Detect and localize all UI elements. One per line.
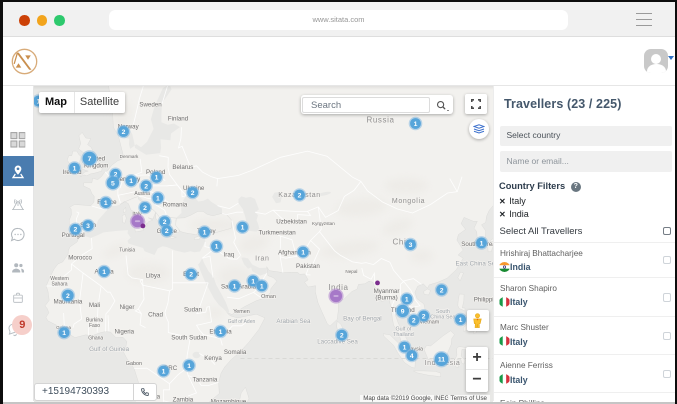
svg-text:2: 2 [73, 226, 77, 233]
svg-text:Tunisia: Tunisia [119, 247, 135, 253]
svg-text:Arabian Sea: Arabian Sea [276, 318, 311, 325]
svg-text:11: 11 [437, 356, 444, 363]
svg-text:Faso: Faso [88, 322, 99, 328]
svg-text:3: 3 [86, 222, 90, 229]
svg-text:Nepal: Nepal [345, 268, 357, 273]
svg-text:2: 2 [411, 317, 415, 324]
svg-text:1: 1 [156, 195, 160, 202]
svg-text:2: 2 [66, 292, 70, 299]
svg-text:2: 2 [421, 313, 425, 320]
svg-text:1: 1 [218, 328, 222, 335]
svg-text:Yemen: Yemen [233, 308, 250, 314]
svg-text:Mali: Mali [88, 302, 99, 309]
svg-text:Gabon: Gabon [125, 361, 141, 367]
svg-text:(Burma): (Burma) [375, 294, 397, 301]
svg-text:Gulf of Aden: Gulf of Aden [227, 319, 255, 325]
svg-text:2: 2 [297, 192, 301, 199]
svg-text:Sahara: Sahara [51, 281, 67, 287]
svg-text:4: 4 [409, 352, 413, 359]
svg-text:1: 1 [129, 178, 133, 185]
svg-text:China Sea: China Sea [430, 314, 455, 320]
svg-text:Russia: Russia [366, 115, 394, 124]
svg-text:Finland: Finland [167, 115, 188, 122]
svg-text:1: 1 [458, 316, 462, 323]
svg-text:Turkmenistan: Turkmenistan [258, 229, 296, 236]
svg-text:2: 2 [144, 183, 148, 190]
svg-text:Mongolia: Mongolia [391, 198, 424, 205]
svg-text:East China Sea: East China Sea [455, 260, 493, 267]
svg-text:1: 1 [102, 268, 106, 275]
svg-text:Sudan: Sudan [184, 306, 202, 313]
svg-text:2: 2 [190, 189, 194, 196]
svg-text:Somalia: Somalia [223, 349, 246, 356]
svg-text:1: 1 [161, 368, 165, 375]
svg-text:Bay of Bengal: Bay of Bengal [343, 315, 382, 322]
svg-text:Belarus: Belarus [172, 163, 193, 170]
svg-text:1: 1 [259, 283, 263, 290]
svg-text:Denmark: Denmark [119, 153, 138, 158]
svg-text:9: 9 [400, 308, 404, 315]
svg-text:5: 5 [111, 180, 115, 187]
svg-text:1: 1 [214, 243, 218, 250]
svg-text:1: 1 [413, 120, 417, 127]
svg-text:Tanzania: Tanzania [192, 376, 217, 383]
svg-text:7: 7 [87, 155, 91, 162]
svg-text:1: 1 [202, 229, 206, 236]
svg-text:Kenya: Kenya [204, 355, 222, 362]
svg-text:Chad: Chad [148, 311, 163, 318]
svg-text:2: 2 [143, 204, 147, 211]
svg-text:2: 2 [439, 287, 443, 294]
svg-text:Libya: Libya [145, 272, 160, 279]
svg-text:Gulf of Guinea: Gulf of Guinea [89, 346, 129, 353]
svg-text:2: 2 [121, 128, 125, 135]
svg-text:Iraq: Iraq [223, 251, 234, 258]
svg-text:1: 1 [402, 344, 406, 351]
svg-text:1: 1 [404, 296, 408, 303]
svg-text:1: 1 [72, 165, 76, 172]
svg-text:Ghana: Ghana [88, 335, 103, 341]
svg-text:1: 1 [62, 330, 66, 337]
svg-text:1: 1 [154, 174, 158, 181]
svg-text:1: 1 [187, 362, 191, 369]
svg-text:Sweden: Sweden [139, 101, 162, 108]
svg-text:Nigeria: Nigeria [114, 328, 134, 335]
svg-text:Oman: Oman [261, 293, 276, 299]
svg-text:Niger: Niger [119, 304, 134, 311]
svg-text:2: 2 [189, 271, 193, 278]
svg-text:1: 1 [479, 240, 483, 247]
svg-text:Kyrgyzstan: Kyrgyzstan [312, 221, 335, 226]
svg-text:1: 1 [232, 283, 236, 290]
svg-text:Morocco: Morocco [68, 254, 92, 261]
svg-text:1: 1 [103, 200, 107, 207]
svg-text:Uzbekistan: Uzbekistan [276, 218, 307, 225]
svg-text:1: 1 [251, 278, 255, 285]
svg-text:Thailand: Thailand [393, 332, 414, 338]
svg-text:Pakistan: Pakistan [296, 262, 320, 269]
svg-text:Iran: Iran [255, 255, 269, 262]
svg-text:1: 1 [301, 249, 305, 256]
svg-text:2: 2 [164, 228, 168, 235]
svg-text:3: 3 [408, 242, 412, 249]
svg-text:Romania: Romania [162, 201, 187, 208]
svg-text:2: 2 [339, 332, 343, 339]
svg-text:1: 1 [240, 224, 244, 231]
svg-text:South Sudan: South Sudan [171, 334, 207, 341]
svg-text:Philippines: Philippines [473, 296, 493, 303]
